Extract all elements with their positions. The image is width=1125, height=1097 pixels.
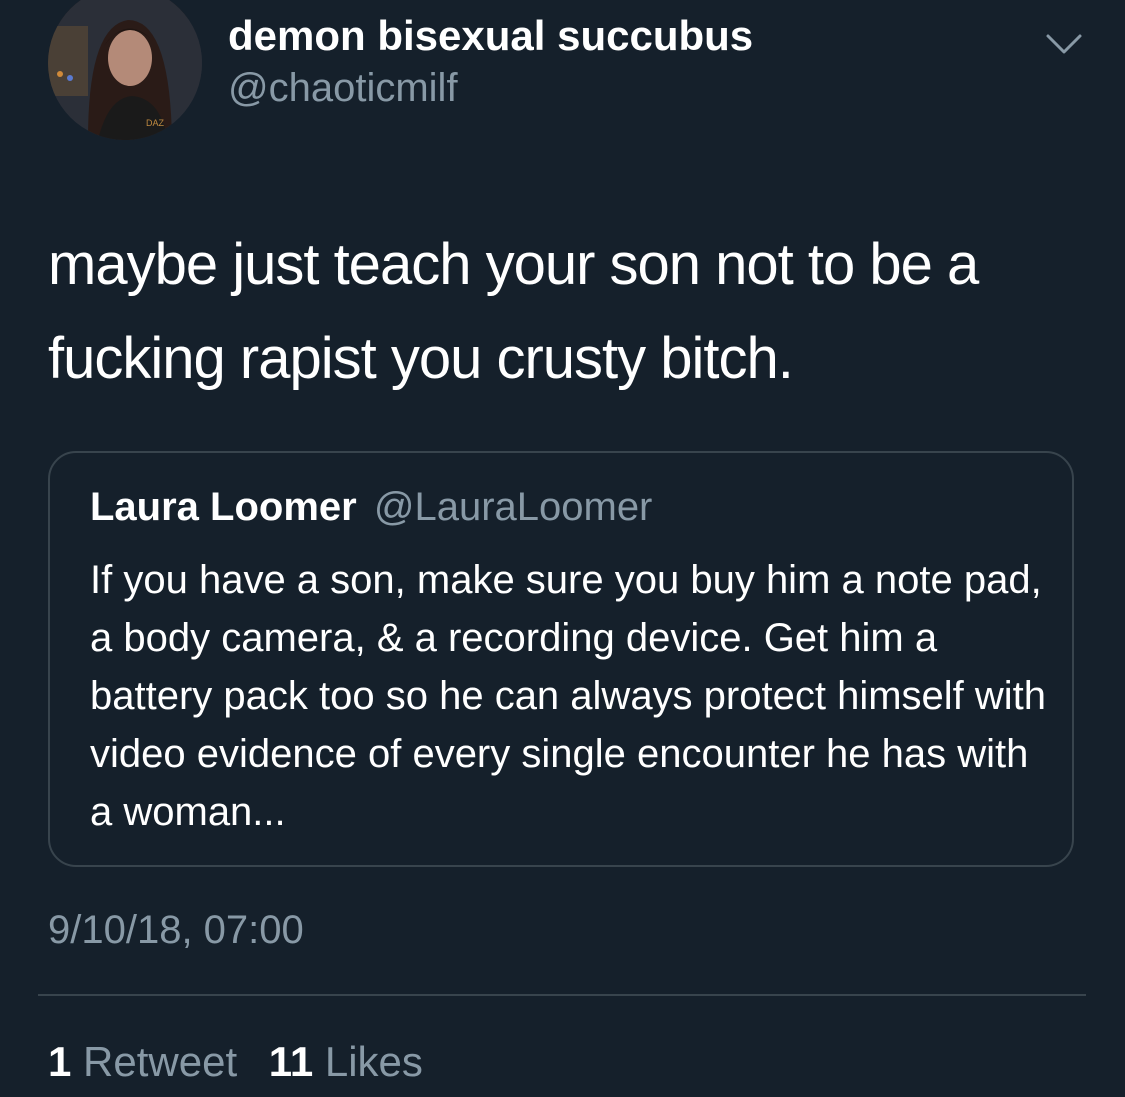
quoted-tweet-author: Laura Loomer @LauraLoomer: [90, 485, 652, 530]
engagement-stats: 1 Retweet 11 Likes: [48, 1038, 443, 1086]
quoted-tweet-handle: @LauraLoomer: [373, 485, 653, 529]
tweet-timestamp[interactable]: 9/10/18, 07:00: [48, 908, 304, 953]
user-handle[interactable]: @chaoticmilf: [228, 66, 458, 111]
tweet-text: maybe just teach your son not to be a fu…: [48, 232, 979, 391]
retweet-label: Retweet: [83, 1038, 238, 1085]
tweet: DAZ demon bisexual succubus @chaoticmilf…: [0, 0, 1125, 1097]
like-stat[interactable]: 11 Likes: [269, 1038, 423, 1086]
avatar-image: DAZ: [48, 0, 202, 140]
like-count: 11: [268, 1038, 314, 1085]
like-label: Likes: [324, 1038, 423, 1085]
avatar[interactable]: DAZ: [48, 0, 202, 140]
display-name[interactable]: demon bisexual succubus: [228, 12, 753, 60]
retweet-stat[interactable]: 1 Retweet: [48, 1038, 237, 1086]
quoted-tweet-name: Laura Loomer: [90, 485, 357, 529]
quoted-tweet-text: If you have a son, make sure you buy him…: [90, 558, 1047, 834]
retweet-count: 1: [48, 1038, 72, 1085]
quoted-tweet-card[interactable]: Laura Loomer @LauraLoomer If you have a …: [48, 451, 1074, 867]
divider: [38, 994, 1086, 996]
chevron-down-icon[interactable]: [1044, 28, 1084, 58]
svg-text:DAZ: DAZ: [146, 118, 165, 128]
